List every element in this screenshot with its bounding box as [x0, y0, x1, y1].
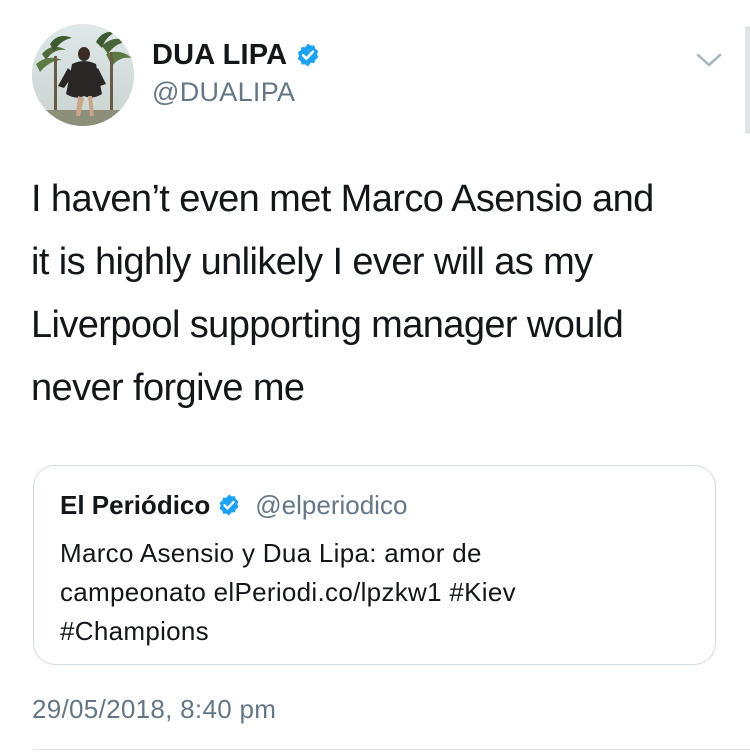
- quoted-author-name: El Periódico: [60, 490, 211, 520]
- divider: [33, 749, 750, 750]
- chevron-down-icon[interactable]: [695, 50, 723, 70]
- avatar[interactable]: [32, 24, 134, 126]
- quoted-tweet-card[interactable]: El Periódico @elperiodico Marco Asensio …: [33, 465, 716, 665]
- tweet-timestamp[interactable]: 29/05/2018, 8:40 pm: [32, 693, 276, 725]
- quoted-tweet-text: Marco Asensio y Dua Lipa: amor de campeo…: [60, 538, 516, 646]
- quoted-tweet-header: El Periódico @elperiodico: [60, 488, 407, 522]
- tweet: DUA LIPA @DUALIPA I haven’t even met Mar…: [0, 0, 750, 753]
- author-display-name[interactable]: DUA LIPA: [152, 38, 287, 72]
- author-name-row[interactable]: DUA LIPA: [152, 38, 321, 72]
- author-handle[interactable]: @DUALIPA: [152, 76, 295, 108]
- verified-icon: [217, 493, 241, 517]
- verified-icon: [295, 42, 321, 68]
- tweet-text: I haven’t even met Marco Asensio and it …: [31, 178, 654, 409]
- quoted-author-handle: @elperiodico: [255, 490, 408, 520]
- scrollbar[interactable]: [745, 26, 750, 134]
- avatar-photo: [32, 24, 134, 126]
